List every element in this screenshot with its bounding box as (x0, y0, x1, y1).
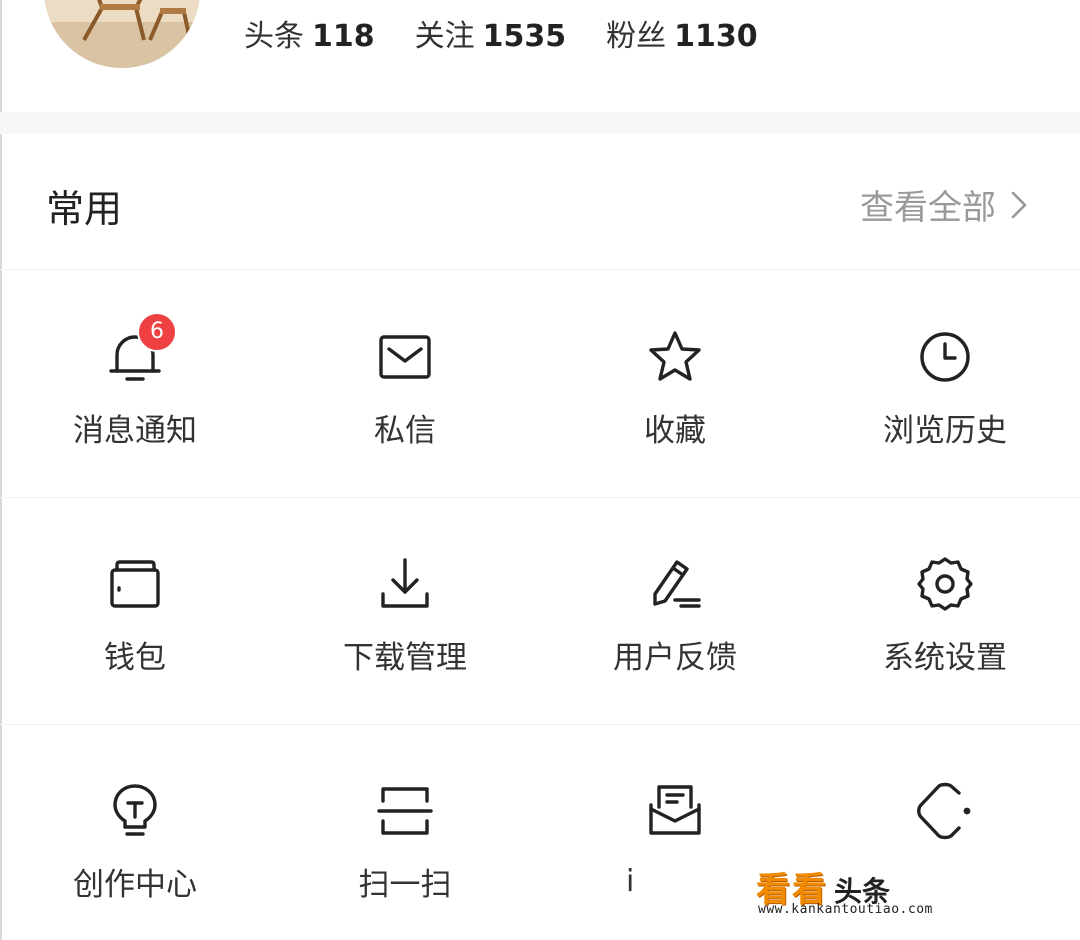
grid-item-wallet[interactable]: 钱包 (0, 498, 270, 725)
grid-item-label: 创作中心 (73, 867, 197, 903)
watermark-cropped-text: i (626, 864, 635, 899)
grid-item-label: 浏览历史 (883, 413, 1007, 449)
grid-item-label: 扫一扫 (358, 867, 452, 903)
grid-item-notifications[interactable]: 消息通知 (0, 271, 270, 498)
avatar-beach-chairs-image (44, 0, 200, 68)
stat-label: 关注 (414, 19, 475, 54)
stat-label: 头条 (244, 19, 304, 54)
grid-item-feedback[interactable]: 用户反馈 (540, 498, 810, 725)
scan-icon (377, 787, 433, 835)
star-icon (649, 331, 701, 381)
section-title: 常用 (46, 187, 123, 231)
shape-icon (917, 782, 971, 840)
profile-page: 头条 118 关注 1535 粉丝 1130 常用 查看全部 消息通知 私信 收… (0, 0, 1080, 940)
lightbulb-icon (113, 784, 157, 836)
view-all-label: 查看全部 (860, 188, 996, 228)
grid-item-creator-center[interactable]: 创作中心 (0, 725, 270, 940)
stat-headlines[interactable]: 头条 118 (244, 11, 375, 55)
watermark: i 看看 头条 www.kankantoutiao.com (620, 858, 960, 928)
wallet-icon (110, 560, 160, 608)
pencil-icon (653, 560, 701, 608)
stat-value: 1130 (674, 19, 758, 54)
avatar[interactable] (44, 0, 200, 68)
stat-label: 粉丝 (606, 19, 667, 54)
gear-icon (917, 557, 973, 611)
grid-item-scan[interactable]: 扫一扫 (270, 725, 540, 940)
inbox-icon (649, 785, 701, 835)
stat-followers[interactable]: 粉丝 1130 (606, 11, 758, 55)
grid-row: 消息通知 私信 收藏 浏览历史 (0, 271, 1080, 498)
chevron-right-icon (1011, 191, 1027, 218)
grid-item-label: 私信 (374, 413, 436, 449)
grid-item-label: 用户反馈 (613, 640, 737, 676)
view-all-link[interactable]: 查看全部 (860, 180, 1028, 229)
watermark-url: www.kankantoutiao.com (758, 902, 933, 917)
download-icon (381, 558, 429, 608)
grid-item-messages[interactable]: 私信 (270, 271, 540, 498)
section-divider (0, 112, 1080, 134)
stat-value: 118 (312, 19, 375, 54)
notification-badge: 6 (137, 312, 177, 352)
common-section-header: 常用 查看全部 (0, 134, 1080, 270)
stat-following[interactable]: 关注 1535 (415, 11, 567, 55)
stat-value: 1535 (482, 19, 567, 54)
grid-item-label: 下载管理 (343, 640, 467, 676)
grid-item-label: 消息通知 (73, 413, 197, 449)
grid-item-downloads[interactable]: 下载管理 (270, 498, 540, 725)
grid-item-label: 钱包 (104, 640, 166, 676)
grid-item-favorites[interactable]: 收藏 (540, 271, 810, 498)
grid-row: 钱包 下载管理 用户反馈 系统设置 (0, 498, 1080, 725)
grid-item-settings[interactable]: 系统设置 (810, 498, 1080, 725)
grid-item-label: 系统设置 (883, 640, 1007, 676)
grid-item-label: 收藏 (644, 413, 706, 449)
profile-stats: 头条 118 关注 1535 粉丝 1130 (244, 10, 758, 56)
clock-icon (920, 332, 970, 382)
mail-icon (379, 335, 431, 379)
grid-item-history[interactable]: 浏览历史 (810, 271, 1080, 498)
